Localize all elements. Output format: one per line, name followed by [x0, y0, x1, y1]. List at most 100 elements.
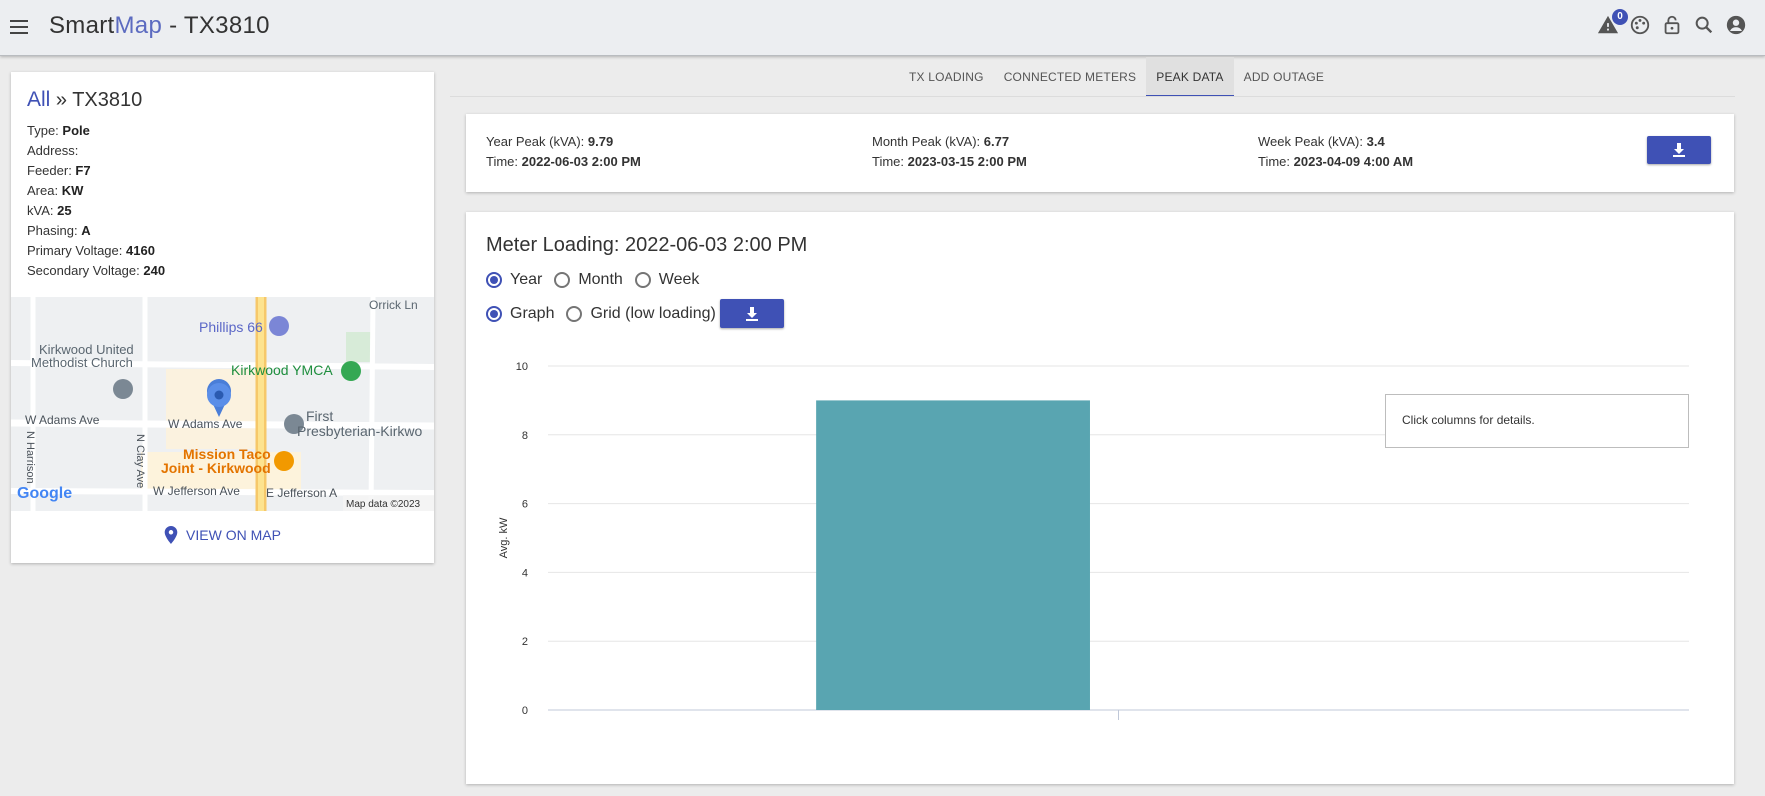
map-label-orrick: Orrick Ln: [369, 298, 418, 312]
search-icon[interactable]: [1693, 14, 1715, 36]
month-peak-label: Month Peak (kVA):: [872, 134, 984, 149]
property-row: Address:: [27, 141, 165, 161]
title-accent: Map: [114, 12, 163, 39]
property-value: A: [81, 223, 91, 238]
y-axis-label: Avg. kW: [498, 517, 510, 558]
map-label-n-harrison: N Harrison: [24, 431, 36, 484]
map-label-church-2: Methodist Church: [31, 355, 133, 370]
tab-add-outage[interactable]: ADD OUTAGE: [1234, 57, 1334, 97]
property-value: KW: [61, 183, 84, 198]
month-peak: Month Peak (kVA): 6.77 Time: 2023-03-15 …: [872, 132, 1027, 172]
map-label-w-adams-1: W Adams Ave: [25, 413, 100, 427]
property-label: Phasing:: [27, 223, 82, 238]
map-label-mission-2: Joint - Kirkwood: [161, 460, 271, 476]
property-row: Secondary Voltage: 240: [27, 261, 165, 281]
property-label: Type:: [27, 123, 63, 138]
radio-year-label: Year: [510, 271, 543, 288]
period-radio-group: Year Month Week: [486, 271, 711, 289]
location-map[interactable]: Phillips 66 Kirkwood United Methodist Ch…: [11, 297, 434, 511]
y-tick-label: 10: [516, 361, 528, 373]
month-peak-value: 6.77: [983, 134, 1010, 149]
year-peak-time: 2022-06-03 2:00 PM: [521, 154, 641, 169]
peak-summary-card: Year Peak (kVA): 9.79 Time: 2022-06-03 2…: [466, 114, 1734, 192]
view-on-map-label: VIEW ON MAP: [186, 527, 281, 543]
map-label-first-2: Presbyterian-Kirkwo: [297, 423, 422, 439]
map-data-credit: Map data ©2023: [346, 499, 421, 510]
map-label-ymca: Kirkwood YMCA: [231, 362, 333, 378]
property-label: Secondary Voltage:: [27, 263, 144, 278]
y-tick-label: 8: [522, 430, 528, 442]
week-peak-time: 2023-04-09 4:00 AM: [1293, 154, 1414, 169]
download-icon: [1673, 143, 1685, 157]
property-row: Feeder: F7: [27, 161, 165, 181]
year-peak-label: Year Peak (kVA):: [486, 134, 588, 149]
y-tick-label: 0: [522, 705, 528, 717]
top-app-bar: SmartMap - TX3810 0: [0, 0, 1765, 56]
view-radio-group: Graph Grid (low loading): [486, 305, 728, 323]
map-label-phillips: Phillips 66: [199, 319, 263, 335]
property-row: kVA: 25: [27, 201, 165, 221]
y-tick-label: 4: [522, 567, 528, 579]
palette-icon[interactable]: [1629, 14, 1651, 36]
map-label-w-jefferson: W Jefferson Ave: [153, 484, 240, 498]
breadcrumb: All » TX3810: [27, 88, 142, 112]
view-on-map-button[interactable]: VIEW ON MAP: [11, 520, 434, 550]
map-label-w-adams-2: W Adams Ave: [168, 417, 243, 431]
breadcrumb-separator: »: [50, 89, 73, 111]
chart-hint-box: Click columns for details.: [1385, 394, 1689, 448]
y-tick-label: 2: [522, 636, 528, 648]
breadcrumb-current: TX3810: [72, 89, 143, 111]
radio-week[interactable]: [634, 272, 651, 288]
tab-peak-data[interactable]: PEAK DATA: [1146, 57, 1234, 97]
property-row: Area: KW: [27, 181, 165, 201]
detail-tabs: TX LOADING CONNECTED METERS PEAK DATA AD…: [899, 57, 1334, 97]
google-logo: Google: [17, 485, 72, 502]
radio-month[interactable]: [554, 272, 571, 288]
download-icon: [746, 306, 758, 321]
property-row: Type: Pole: [27, 121, 165, 141]
map-label-e-jefferson: E Jefferson A: [266, 486, 337, 500]
property-label: Area:: [27, 183, 62, 198]
transformer-properties: Type: Pole Address: Feeder: F7 Area: KW …: [27, 121, 165, 281]
week-peak-time-label: Time:: [1258, 154, 1294, 169]
property-value: 240: [143, 263, 166, 278]
alert-icon[interactable]: 0: [1597, 9, 1628, 36]
property-label: kVA:: [27, 203, 58, 218]
property-value: 25: [57, 203, 72, 218]
year-peak-value: 9.79: [587, 134, 614, 149]
transformer-info-card: All » TX3810 Type: Pole Address: Feeder:…: [11, 72, 434, 563]
radio-year[interactable]: [486, 272, 502, 288]
y-tick-label: 6: [522, 499, 528, 511]
tabs-divider: [450, 96, 1735, 97]
month-peak-time-label: Time:: [872, 154, 908, 169]
property-label: Feeder:: [27, 163, 76, 178]
radio-graph[interactable]: [486, 306, 502, 322]
week-peak-value: 3.4: [1366, 134, 1385, 149]
tab-tx-loading[interactable]: TX LOADING: [899, 57, 994, 97]
radio-week-label: Week: [658, 271, 700, 288]
meter-loading-title: Meter Loading: 2022-06-03 2:00 PM: [486, 234, 808, 256]
download-peaks-button[interactable]: [1647, 136, 1711, 164]
account-icon[interactable]: [1725, 14, 1747, 36]
map-label-first-1: First: [306, 408, 333, 424]
title-suffix: - TX3810: [162, 12, 270, 39]
radio-graph-label: Graph: [510, 305, 555, 322]
property-row: Primary Voltage: 4160: [27, 241, 165, 261]
year-peak: Year Peak (kVA): 9.79 Time: 2022-06-03 2…: [486, 132, 641, 172]
tab-connected-meters[interactable]: CONNECTED METERS: [994, 57, 1147, 97]
lock-icon[interactable]: [1661, 14, 1683, 36]
app-title: SmartMap - TX3810: [49, 12, 270, 40]
radio-grid[interactable]: [566, 306, 583, 322]
property-value: F7: [75, 163, 91, 178]
radio-month-label: Month: [578, 271, 623, 288]
menu-icon[interactable]: [8, 16, 30, 38]
month-peak-time: 2023-03-15 2:00 PM: [907, 154, 1027, 169]
year-peak-time-label: Time:: [486, 154, 522, 169]
alert-count-badge: 0: [1612, 9, 1628, 25]
week-peak: Week Peak (kVA): 3.4 Time: 2023-04-09 4:…: [1258, 132, 1413, 172]
week-peak-label: Week Peak (kVA):: [1258, 134, 1367, 149]
download-meter-data-button[interactable]: [720, 299, 784, 328]
radio-grid-label: Grid (low loading): [590, 305, 716, 322]
chart-bar[interactable]: [816, 400, 1090, 710]
breadcrumb-all-link[interactable]: All: [27, 88, 50, 111]
